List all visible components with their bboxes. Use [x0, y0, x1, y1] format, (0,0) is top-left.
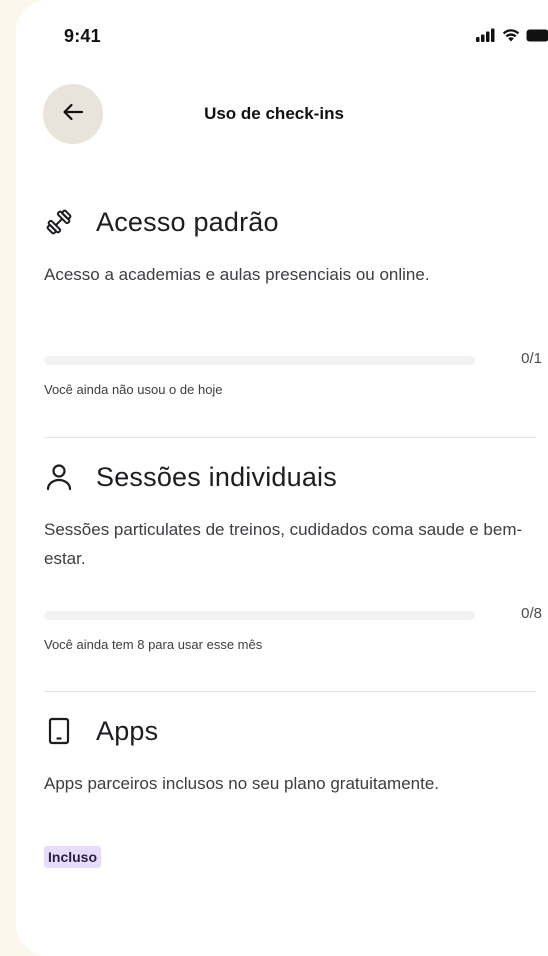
section-description: Apps parceiros inclusos no seu plano gra…	[44, 774, 440, 793]
status-bar: 9:41	[16, 0, 548, 76]
section-description: Sessões particulates de treinos, cudidad…	[44, 520, 523, 568]
wifi-icon	[502, 28, 520, 42]
section-header: Sessões individuais	[44, 457, 536, 497]
signal-icon	[476, 28, 496, 42]
progress-bar	[44, 356, 475, 365]
smartphone-icon	[44, 716, 74, 746]
divider	[44, 691, 536, 692]
section-sessoes-individuais: Sessões individuais Sessões particulates…	[44, 457, 542, 652]
section-header: Apps	[44, 711, 536, 751]
progress-row: 0/1	[44, 350, 542, 370]
divider	[44, 437, 536, 438]
progress-note: Você ainda não usou o de hoje	[44, 382, 223, 397]
section-title: Acesso padrão	[96, 206, 279, 237]
phone-screen: 9:41 Uso de check-ins Acesso padrão Aces…	[16, 0, 548, 956]
page-title: Uso de check-ins	[204, 104, 344, 123]
status-icons	[476, 28, 548, 42]
battery-icon	[526, 29, 548, 42]
progress-bar	[44, 611, 475, 620]
progress-note: Você ainda tem 8 para usar esse mês	[44, 637, 263, 652]
person-icon	[44, 462, 74, 492]
progress-count: 0/8	[521, 605, 542, 622]
section-apps: Apps Apps parceiros inclusos no seu plan…	[44, 711, 536, 868]
progress-row: 0/8	[44, 605, 542, 625]
dumbbell-icon	[44, 207, 74, 237]
included-badge: Incluso	[44, 846, 102, 868]
status-time: 9:41	[64, 26, 101, 46]
section-title: Sessões individuais	[96, 461, 337, 492]
section-description: Acesso a academias e aulas presenciais o…	[44, 265, 430, 284]
section-title: Apps	[96, 715, 159, 746]
section-acesso-padrao: Acesso padrão Acesso a academias e aulas…	[44, 202, 542, 397]
section-header: Acesso padrão	[44, 202, 536, 242]
progress-count: 0/1	[521, 350, 542, 367]
